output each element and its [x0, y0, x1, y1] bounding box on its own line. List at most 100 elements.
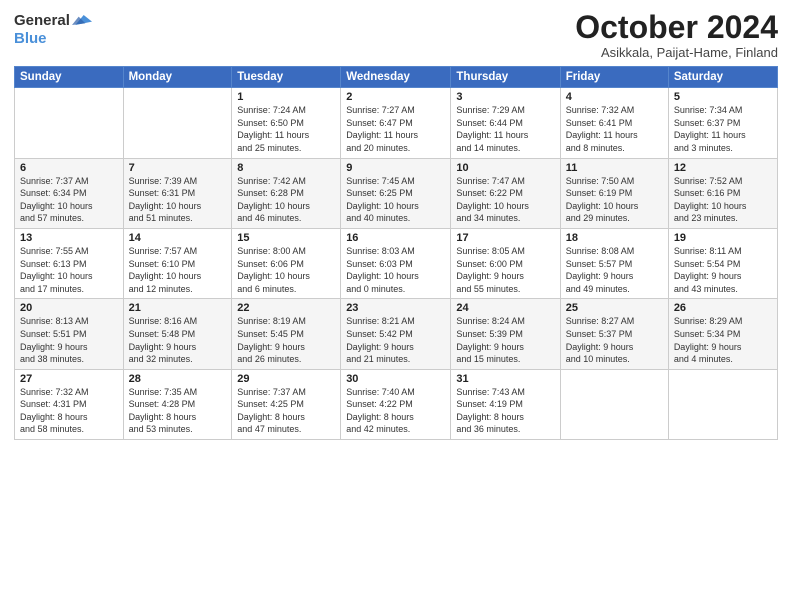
- day-number-21: 21: [129, 302, 227, 314]
- day-number-17: 17: [456, 232, 554, 244]
- day-number-30: 30: [346, 373, 445, 385]
- week-row-4: 27Sunrise: 7:32 AM Sunset: 4:31 PM Dayli…: [15, 369, 778, 439]
- day-info-12: Sunrise: 7:52 AM Sunset: 6:16 PM Dayligh…: [674, 175, 772, 225]
- col-monday: Monday: [123, 67, 232, 88]
- col-thursday: Thursday: [451, 67, 560, 88]
- day-number-13: 13: [20, 232, 118, 244]
- day-info-3: Sunrise: 7:29 AM Sunset: 6:44 PM Dayligh…: [456, 104, 554, 154]
- day-cell-1-3: 9Sunrise: 7:45 AM Sunset: 6:25 PM Daylig…: [341, 158, 451, 228]
- day-cell-3-5: 25Sunrise: 8:27 AM Sunset: 5:37 PM Dayli…: [560, 299, 668, 369]
- day-info-9: Sunrise: 7:45 AM Sunset: 6:25 PM Dayligh…: [346, 175, 445, 225]
- col-tuesday: Tuesday: [232, 67, 341, 88]
- day-info-8: Sunrise: 7:42 AM Sunset: 6:28 PM Dayligh…: [237, 175, 335, 225]
- week-row-0: 1Sunrise: 7:24 AM Sunset: 6:50 PM Daylig…: [15, 88, 778, 158]
- day-cell-1-5: 11Sunrise: 7:50 AM Sunset: 6:19 PM Dayli…: [560, 158, 668, 228]
- day-info-30: Sunrise: 7:40 AM Sunset: 4:22 PM Dayligh…: [346, 386, 445, 436]
- day-info-7: Sunrise: 7:39 AM Sunset: 6:31 PM Dayligh…: [129, 175, 227, 225]
- day-cell-0-4: 3Sunrise: 7:29 AM Sunset: 6:44 PM Daylig…: [451, 88, 560, 158]
- day-info-19: Sunrise: 8:11 AM Sunset: 5:54 PM Dayligh…: [674, 245, 772, 295]
- day-cell-4-6: [668, 369, 777, 439]
- day-number-14: 14: [129, 232, 227, 244]
- day-cell-3-3: 23Sunrise: 8:21 AM Sunset: 5:42 PM Dayli…: [341, 299, 451, 369]
- day-cell-0-6: 5Sunrise: 7:34 AM Sunset: 6:37 PM Daylig…: [668, 88, 777, 158]
- day-number-4: 4: [566, 91, 663, 103]
- day-cell-2-0: 13Sunrise: 7:55 AM Sunset: 6:13 PM Dayli…: [15, 228, 124, 298]
- day-cell-4-4: 31Sunrise: 7:43 AM Sunset: 4:19 PM Dayli…: [451, 369, 560, 439]
- day-info-6: Sunrise: 7:37 AM Sunset: 6:34 PM Dayligh…: [20, 175, 118, 225]
- day-cell-1-2: 8Sunrise: 7:42 AM Sunset: 6:28 PM Daylig…: [232, 158, 341, 228]
- day-cell-3-0: 20Sunrise: 8:13 AM Sunset: 5:51 PM Dayli…: [15, 299, 124, 369]
- location-subtitle: Asikkala, Paijat-Hame, Finland: [575, 45, 778, 60]
- day-number-10: 10: [456, 162, 554, 174]
- col-sunday: Sunday: [15, 67, 124, 88]
- week-row-1: 6Sunrise: 7:37 AM Sunset: 6:34 PM Daylig…: [15, 158, 778, 228]
- day-info-23: Sunrise: 8:21 AM Sunset: 5:42 PM Dayligh…: [346, 315, 445, 365]
- day-number-2: 2: [346, 91, 445, 103]
- day-number-11: 11: [566, 162, 663, 174]
- day-number-1: 1: [237, 91, 335, 103]
- day-info-14: Sunrise: 7:57 AM Sunset: 6:10 PM Dayligh…: [129, 245, 227, 295]
- day-info-17: Sunrise: 8:05 AM Sunset: 6:00 PM Dayligh…: [456, 245, 554, 295]
- day-info-24: Sunrise: 8:24 AM Sunset: 5:39 PM Dayligh…: [456, 315, 554, 365]
- day-number-5: 5: [674, 91, 772, 103]
- day-number-27: 27: [20, 373, 118, 385]
- day-number-9: 9: [346, 162, 445, 174]
- day-number-3: 3: [456, 91, 554, 103]
- month-title: October 2024: [575, 10, 778, 45]
- day-cell-3-1: 21Sunrise: 8:16 AM Sunset: 5:48 PM Dayli…: [123, 299, 232, 369]
- day-info-5: Sunrise: 7:34 AM Sunset: 6:37 PM Dayligh…: [674, 104, 772, 154]
- day-cell-1-1: 7Sunrise: 7:39 AM Sunset: 6:31 PM Daylig…: [123, 158, 232, 228]
- day-info-11: Sunrise: 7:50 AM Sunset: 6:19 PM Dayligh…: [566, 175, 663, 225]
- day-info-4: Sunrise: 7:32 AM Sunset: 6:41 PM Dayligh…: [566, 104, 663, 154]
- day-number-22: 22: [237, 302, 335, 314]
- day-cell-0-3: 2Sunrise: 7:27 AM Sunset: 6:47 PM Daylig…: [341, 88, 451, 158]
- day-info-2: Sunrise: 7:27 AM Sunset: 6:47 PM Dayligh…: [346, 104, 445, 154]
- calendar: Sunday Monday Tuesday Wednesday Thursday…: [14, 66, 778, 440]
- day-info-26: Sunrise: 8:29 AM Sunset: 5:34 PM Dayligh…: [674, 315, 772, 365]
- day-cell-4-2: 29Sunrise: 7:37 AM Sunset: 4:25 PM Dayli…: [232, 369, 341, 439]
- day-cell-3-6: 26Sunrise: 8:29 AM Sunset: 5:34 PM Dayli…: [668, 299, 777, 369]
- day-number-19: 19: [674, 232, 772, 244]
- page: General Blue October 2024 Asikkala, Paij…: [0, 0, 792, 612]
- day-number-20: 20: [20, 302, 118, 314]
- col-friday: Friday: [560, 67, 668, 88]
- col-wednesday: Wednesday: [341, 67, 451, 88]
- day-info-27: Sunrise: 7:32 AM Sunset: 4:31 PM Dayligh…: [20, 386, 118, 436]
- day-cell-1-4: 10Sunrise: 7:47 AM Sunset: 6:22 PM Dayli…: [451, 158, 560, 228]
- week-row-2: 13Sunrise: 7:55 AM Sunset: 6:13 PM Dayli…: [15, 228, 778, 298]
- day-cell-4-0: 27Sunrise: 7:32 AM Sunset: 4:31 PM Dayli…: [15, 369, 124, 439]
- day-cell-0-5: 4Sunrise: 7:32 AM Sunset: 6:41 PM Daylig…: [560, 88, 668, 158]
- day-info-15: Sunrise: 8:00 AM Sunset: 6:06 PM Dayligh…: [237, 245, 335, 295]
- header: General Blue October 2024 Asikkala, Paij…: [14, 10, 778, 60]
- day-number-23: 23: [346, 302, 445, 314]
- day-info-16: Sunrise: 8:03 AM Sunset: 6:03 PM Dayligh…: [346, 245, 445, 295]
- logo-icon: [72, 10, 92, 30]
- day-number-24: 24: [456, 302, 554, 314]
- day-cell-0-1: [123, 88, 232, 158]
- logo-text-general: General: [14, 13, 70, 28]
- day-cell-4-1: 28Sunrise: 7:35 AM Sunset: 4:28 PM Dayli…: [123, 369, 232, 439]
- day-number-18: 18: [566, 232, 663, 244]
- week-row-3: 20Sunrise: 8:13 AM Sunset: 5:51 PM Dayli…: [15, 299, 778, 369]
- day-cell-3-2: 22Sunrise: 8:19 AM Sunset: 5:45 PM Dayli…: [232, 299, 341, 369]
- day-cell-2-1: 14Sunrise: 7:57 AM Sunset: 6:10 PM Dayli…: [123, 228, 232, 298]
- day-cell-4-5: [560, 369, 668, 439]
- day-number-31: 31: [456, 373, 554, 385]
- day-number-16: 16: [346, 232, 445, 244]
- day-number-29: 29: [237, 373, 335, 385]
- day-cell-1-0: 6Sunrise: 7:37 AM Sunset: 6:34 PM Daylig…: [15, 158, 124, 228]
- day-cell-2-6: 19Sunrise: 8:11 AM Sunset: 5:54 PM Dayli…: [668, 228, 777, 298]
- day-info-13: Sunrise: 7:55 AM Sunset: 6:13 PM Dayligh…: [20, 245, 118, 295]
- day-info-10: Sunrise: 7:47 AM Sunset: 6:22 PM Dayligh…: [456, 175, 554, 225]
- logo-text-blue: Blue: [14, 30, 47, 47]
- day-cell-4-3: 30Sunrise: 7:40 AM Sunset: 4:22 PM Dayli…: [341, 369, 451, 439]
- day-info-1: Sunrise: 7:24 AM Sunset: 6:50 PM Dayligh…: [237, 104, 335, 154]
- day-number-28: 28: [129, 373, 227, 385]
- day-number-26: 26: [674, 302, 772, 314]
- day-cell-2-2: 15Sunrise: 8:00 AM Sunset: 6:06 PM Dayli…: [232, 228, 341, 298]
- day-number-6: 6: [20, 162, 118, 174]
- day-cell-2-5: 18Sunrise: 8:08 AM Sunset: 5:57 PM Dayli…: [560, 228, 668, 298]
- day-number-15: 15: [237, 232, 335, 244]
- day-info-31: Sunrise: 7:43 AM Sunset: 4:19 PM Dayligh…: [456, 386, 554, 436]
- day-number-7: 7: [129, 162, 227, 174]
